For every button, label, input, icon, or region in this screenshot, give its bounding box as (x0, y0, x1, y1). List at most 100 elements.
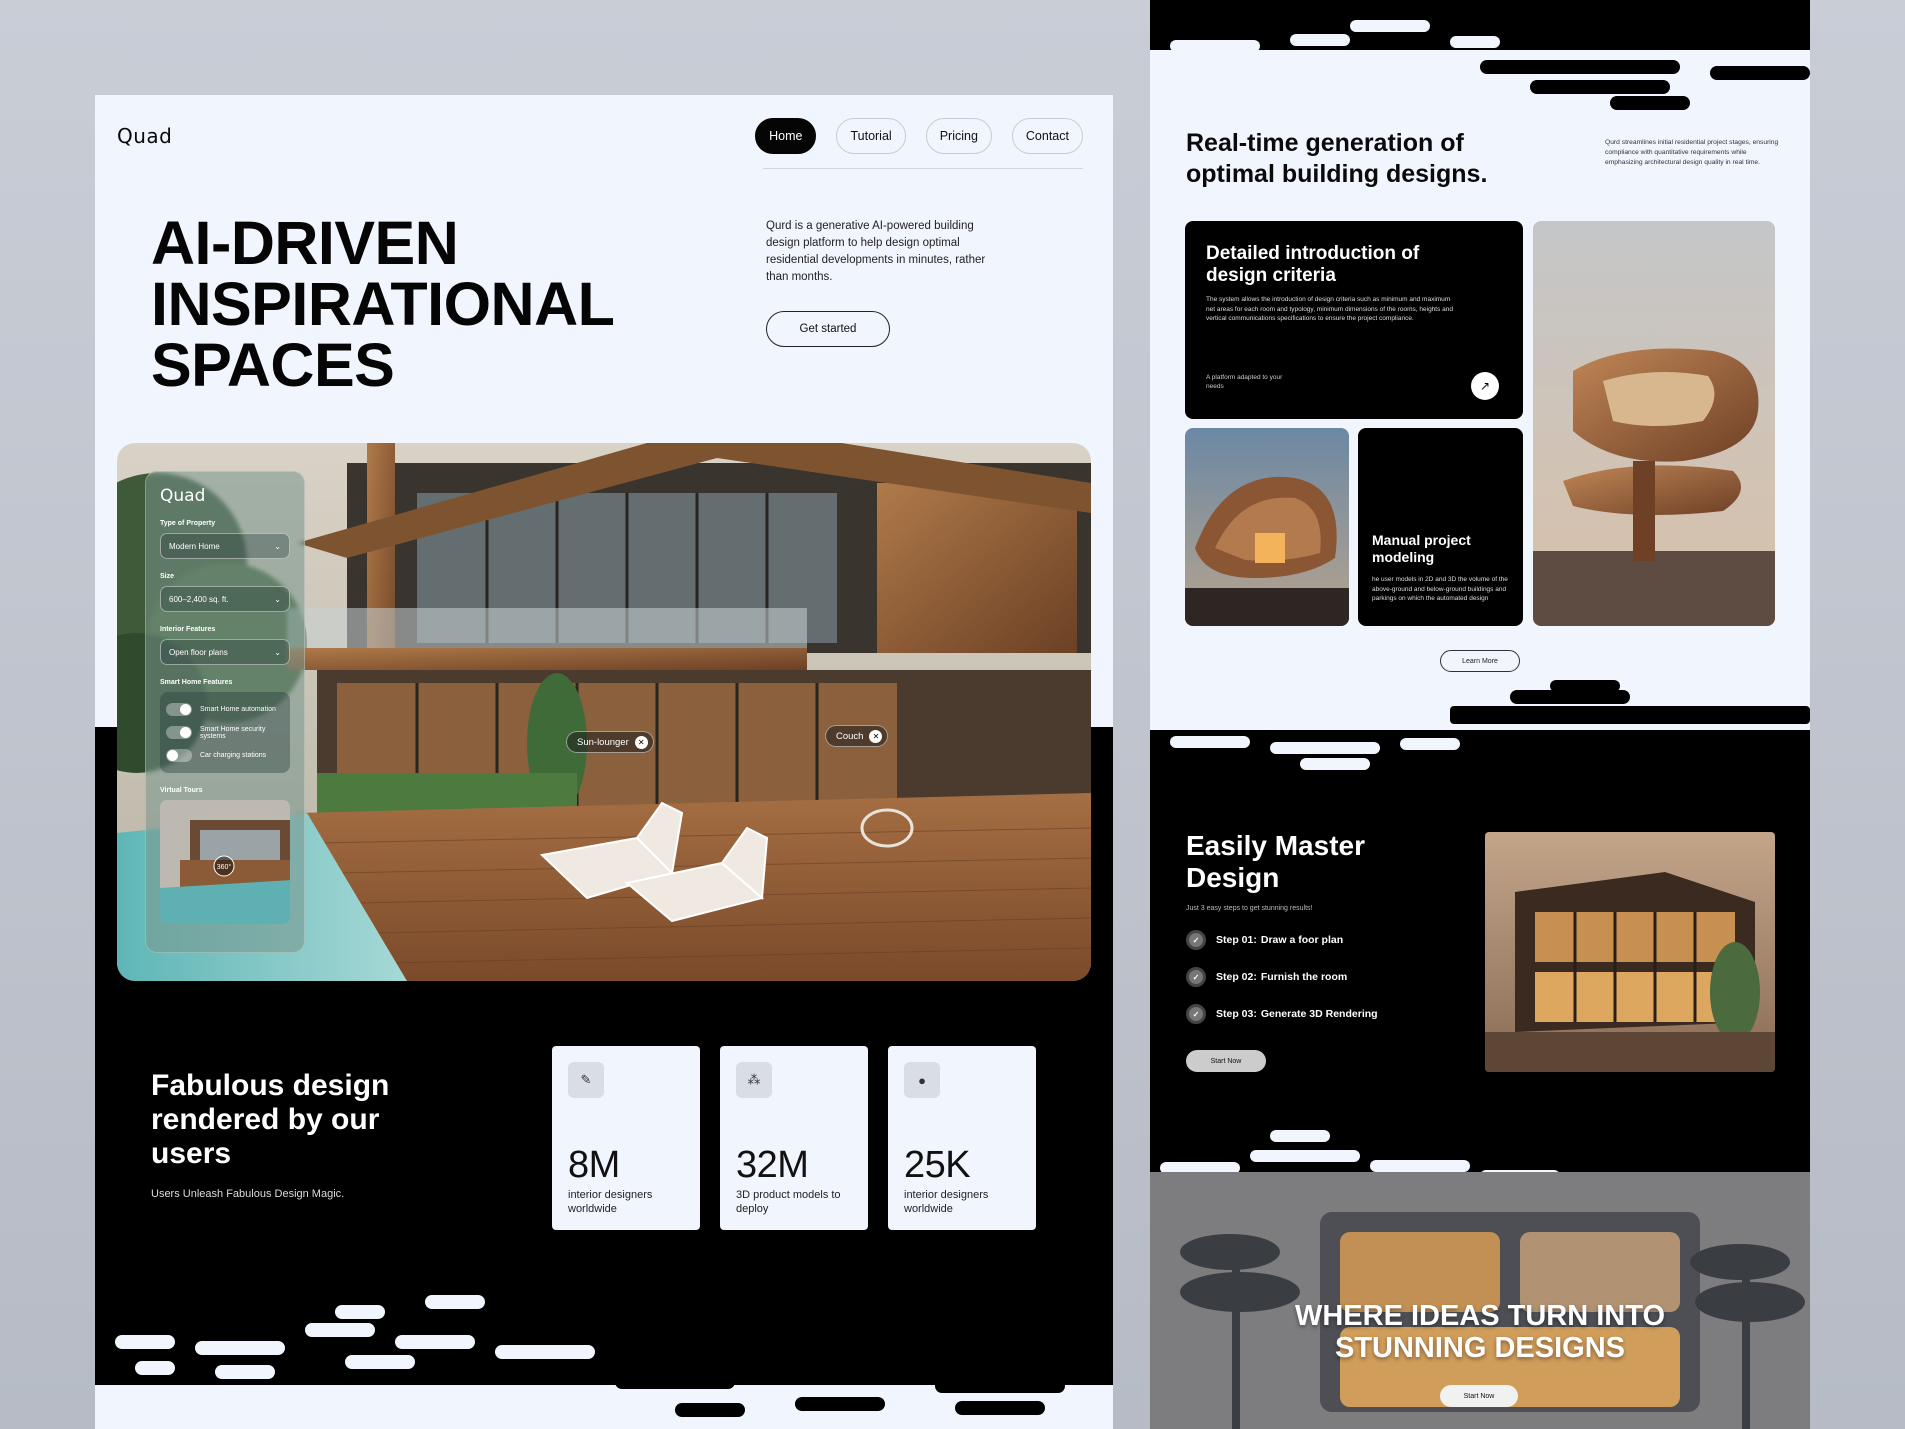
swirl-house-illustration (1185, 428, 1349, 626)
criteria-title: Detailed introduction of design criteria (1206, 243, 1420, 286)
ideas-start-now-button[interactable]: Start Now (1440, 1385, 1518, 1407)
stat-caption: interior designers worldwide (904, 1189, 989, 1215)
step-text: Furnish the room (1260, 971, 1348, 983)
landing-page-main: Quad Home Tutorial Pricing Contact AI-DR… (95, 95, 1113, 1429)
nav-contact[interactable]: Contact (1011, 118, 1083, 154)
realtime-description: Qurd streamlines initial residential pro… (1605, 139, 1779, 166)
criteria-body: The system allows the introduction of de… (1206, 296, 1454, 322)
filter-panel: Quad Type of Property Modern Home ⌄ Size… (145, 471, 305, 953)
select-value: 600–2,400 sq. ft. (169, 594, 229, 604)
nav-divider (763, 168, 1083, 169)
hero-description: Qurd is a generative AI-powered building… (766, 220, 986, 283)
toggle-label: Smart Home security systems (200, 725, 266, 740)
stat-value: 25K (904, 1144, 971, 1186)
type-label: Type of Property (160, 520, 216, 527)
interior-label: Interior Features (160, 626, 216, 633)
step-number: Step 01: (1216, 934, 1257, 946)
chevron-down-icon: ⌄ (274, 594, 281, 604)
virtual-tour-thumbnail[interactable]: 360° (160, 800, 290, 924)
toggle-label: Smart Home automation (200, 706, 276, 713)
virtual-label: Virtual Tours (160, 787, 203, 794)
swirl-house-image (1185, 428, 1349, 626)
pen-icon: ✎ (568, 1062, 604, 1098)
hero-title-line: INSPIRATIONAL (151, 270, 615, 338)
step-number: Step 02: (1216, 971, 1257, 983)
step-text: Generate 3D Rendering (1260, 1008, 1378, 1020)
stat-card: ✎ 8M interior designers worldwide (552, 1046, 700, 1230)
toggle-switch[interactable] (166, 703, 192, 716)
chevron-down-icon: ⌄ (274, 541, 281, 551)
property-type-select[interactable]: Modern Home ⌄ (160, 533, 290, 559)
main-nav: Home Tutorial Pricing Contact (755, 118, 1083, 154)
master-title: Easily Master Design (1186, 830, 1365, 893)
interior-select[interactable]: Open floor plans ⌄ (160, 639, 290, 665)
landing-page-secondary: Real-time generation of optimal building… (1150, 0, 1810, 1429)
fabulous-subtitle: Users Unleash Fabulous Design Magic. (151, 1188, 345, 1200)
manual-card: Manual project modeling he user models i… (1358, 428, 1523, 626)
toggle-switch[interactable] (166, 749, 192, 762)
shapes-icon: ● (904, 1062, 940, 1098)
toggle-row: Smart Home security systems (166, 721, 284, 744)
size-select[interactable]: 600–2,400 sq. ft. ⌄ (160, 586, 290, 612)
step-item: ✓ Step 02: Furnish the room (1186, 967, 1347, 987)
toggle-label: Car charging stations (200, 752, 267, 759)
check-icon: ✓ (1186, 1004, 1206, 1024)
arrow-up-right-icon[interactable]: ↗ (1471, 372, 1499, 400)
tag-label: Sun-lounger (577, 736, 629, 748)
network-icon: ⁂ (736, 1062, 772, 1098)
toggle-switch[interactable] (166, 726, 192, 739)
tag-label: Couch (836, 730, 864, 742)
stat-caption: 3D product models to deploy (736, 1189, 841, 1215)
toggle-row: Smart Home automation (166, 698, 284, 721)
manual-title: Manual project modeling (1372, 532, 1471, 565)
pixel-mid-decoration (1150, 680, 1810, 770)
start-now-button[interactable]: Start Now (1186, 1050, 1266, 1072)
size-label: Size (160, 573, 175, 580)
check-icon: ✓ (1186, 967, 1206, 987)
organic-house-image (1533, 221, 1775, 626)
stat-value: 32M (736, 1144, 809, 1186)
realtime-title: Real-time generation of optimal building… (1186, 129, 1488, 188)
smart-label: Smart Home Features (160, 679, 233, 686)
tag-sun-lounger[interactable]: Sun-lounger ✕ (566, 731, 654, 753)
tour-360-badge: 360° (217, 863, 232, 871)
tour-illustration: 360° (160, 800, 290, 924)
chevron-down-icon: ⌄ (274, 647, 281, 657)
toggle-row: Car charging stations (166, 744, 284, 767)
step-number: Step 03: (1216, 1008, 1257, 1020)
check-icon: ✓ (1186, 930, 1206, 950)
close-icon[interactable]: ✕ (634, 735, 648, 749)
criteria-card: Detailed introduction of design criteria… (1185, 221, 1523, 419)
step-text: Draw a foor plan (1260, 934, 1344, 946)
brand-logo[interactable]: Quad (117, 124, 172, 148)
stat-caption: interior designers worldwide (568, 1189, 653, 1215)
stat-card: ⁂ 32M 3D product models to deploy (720, 1046, 868, 1230)
hero-title: AI-DRIVEN INSPIRATIONAL SPACES (151, 213, 671, 396)
select-value: Modern Home (169, 541, 220, 551)
close-icon[interactable]: ✕ (869, 729, 883, 743)
step-item: ✓ Step 01: Draw a foor plan (1186, 930, 1343, 950)
organic-house-illustration (1533, 221, 1775, 626)
learn-more-button[interactable]: Learn More (1440, 650, 1520, 672)
hero-title-line: AI-DRIVEN (151, 209, 459, 277)
nav-tutorial[interactable]: Tutorial (836, 118, 906, 154)
glass-house-illustration (1485, 832, 1775, 1072)
hero-title-line: SPACES (151, 331, 395, 399)
pixel-top-decoration (1150, 0, 1810, 110)
panel-logo: Quad (160, 486, 206, 506)
smart-toggles: Smart Home automation Smart Home securit… (160, 692, 290, 773)
manual-body: he user models in 2D and 3D the volume o… (1372, 576, 1508, 602)
nav-home[interactable]: Home (755, 118, 817, 154)
nav-pricing[interactable]: Pricing (925, 118, 992, 154)
master-subtitle: Just 3 easy steps to get stunning result… (1186, 905, 1313, 912)
stat-card: ● 25K interior designers worldwide (888, 1046, 1036, 1230)
tag-couch[interactable]: Couch ✕ (825, 725, 889, 747)
select-value: Open floor plans (169, 647, 228, 657)
pixel-transition-decoration (95, 1295, 1113, 1429)
get-started-button[interactable]: Get started (766, 311, 890, 347)
stat-value: 8M (568, 1144, 620, 1186)
fabulous-title: Fabulous design rendered by our users (151, 1069, 390, 1170)
master-house-image (1485, 832, 1775, 1072)
ideas-title: WHERE IDEAS TURN INTO STUNNING DESIGNS (1294, 1300, 1666, 1364)
hero-house-image: Sun-lounger ✕ Couch ✕ Quad Type of Prope… (117, 443, 1091, 981)
